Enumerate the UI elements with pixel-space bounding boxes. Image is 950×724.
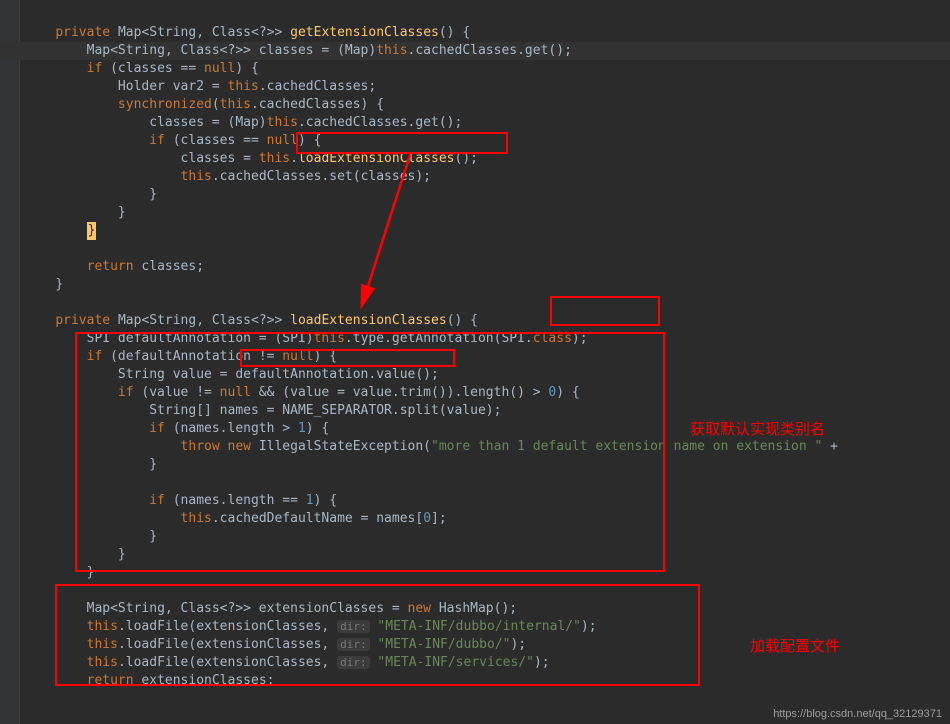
- code-line: private Map<String, Class<?>> loadExtens…: [24, 313, 478, 328]
- code-line: }: [24, 565, 94, 580]
- code-line: }: [24, 205, 126, 220]
- code-line: if (names.length == 1) {: [24, 493, 337, 508]
- code-line: String[] names = NAME_SEPARATOR.split(va…: [24, 403, 501, 418]
- code-line: }: [24, 187, 157, 202]
- code-line: [24, 295, 32, 310]
- code-line: this.loadFile(extensionClasses, dir: "ME…: [24, 655, 550, 670]
- code-line: Map<String, Class<?>> classes = (Map)thi…: [24, 43, 572, 58]
- code-line: throw new IllegalStateException("more th…: [24, 439, 846, 454]
- annotation-load-config: 加载配置文件: [750, 635, 840, 656]
- code-line: SPI defaultAnnotation = (SPI)this.type.g…: [24, 331, 588, 346]
- code-line: this.cachedDefaultName = names[0];: [24, 511, 447, 526]
- code-line: if (defaultAnnotation != null) {: [24, 349, 337, 364]
- code-line: if (classes == null) {: [24, 61, 259, 76]
- cursor-icon: }: [87, 222, 97, 240]
- code-line: if (value != null && (value = value.trim…: [24, 385, 580, 400]
- code-line: synchronized(this.cachedClasses) {: [24, 97, 384, 112]
- code-line: if (classes == null) {: [24, 133, 321, 148]
- code-line: this.loadFile(extensionClasses, dir: "ME…: [24, 637, 526, 652]
- annotation-default-impl: 获取默认实现类别名: [690, 418, 825, 439]
- code-line: classes = (Map)this.cachedClasses.get();: [24, 115, 462, 130]
- code-line: Holder var2 = this.cachedClasses;: [24, 79, 376, 94]
- code-editor[interactable]: private Map<String, Class<?>> getExtensi…: [0, 0, 950, 690]
- code-line: }: [24, 277, 63, 292]
- code-line: private Map<String, Class<?>> getExtensi…: [24, 25, 470, 40]
- code-line: [24, 241, 32, 256]
- code-line: return classes;: [24, 259, 204, 274]
- code-line: this.loadFile(extensionClasses, dir: "ME…: [24, 619, 597, 634]
- code-line: }: [24, 457, 157, 472]
- watermark-text: https://blog.csdn.net/qq_32129371: [773, 708, 942, 720]
- code-line: Map<String, Class<?>> extensionClasses =…: [24, 601, 517, 616]
- code-line: [24, 475, 32, 490]
- code-line: if (names.length > 1) {: [24, 421, 329, 436]
- code-line: }: [24, 529, 157, 544]
- code-line: classes = this.loadExtensionClasses();: [24, 151, 478, 166]
- code-line: [24, 583, 32, 598]
- code-line: return extensionClasses;: [24, 673, 274, 688]
- code-line: }: [24, 223, 96, 238]
- code-line: }: [24, 547, 126, 562]
- code-line: this.cachedClasses.set(classes);: [24, 169, 431, 184]
- code-line: String value = defaultAnnotation.value()…: [24, 367, 439, 382]
